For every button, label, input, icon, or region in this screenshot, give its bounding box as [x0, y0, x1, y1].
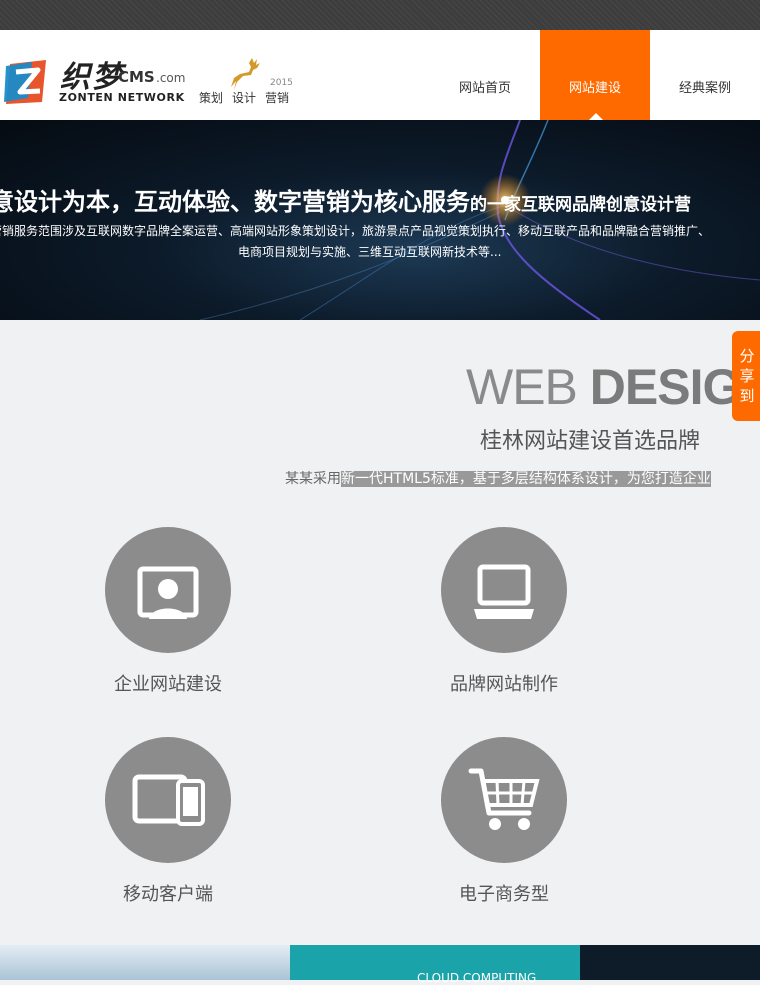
service-label: 移动客户端	[123, 884, 213, 905]
main-nav: 网站首页 网站建设 经典案例	[430, 30, 760, 120]
hero-banner: 意设计为本，互动体验、数字营销为核心服务的一家互联网品牌创意设计营 营销服务范围…	[0, 120, 760, 320]
description-highlight: 新一代HTML5标准，基于多层结构体系设计，为您打造企业	[341, 471, 711, 487]
top-bar	[0, 0, 760, 30]
bottom-tile-cloud: CLOUD COMPUTING	[290, 945, 580, 985]
logo-com-text: .com	[156, 71, 186, 85]
nav-item-web-building[interactable]: 网站建设	[540, 30, 650, 120]
service-brand-site[interactable]: 品牌网站制作	[404, 527, 604, 696]
service-label: 电子商务型	[459, 884, 549, 905]
banner-headline-tail: 的一家互联网品牌创意设计营	[470, 195, 691, 215]
nav-item-home[interactable]: 网站首页	[430, 30, 540, 120]
logo-z-icon	[4, 60, 46, 104]
description-plain: 某某采用	[285, 471, 341, 487]
header: 织梦 CMS .com ZONTEN NETWORK 2015 策划 设计 营销 网…	[0, 30, 760, 120]
service-icon-circle	[105, 527, 231, 653]
share-char: 分	[739, 347, 755, 365]
user-monitor-icon	[137, 566, 199, 619]
banner-text-line2: 电商项目规划与实施、三维互动互联网新技术等...	[238, 245, 502, 259]
logo-chinese-text: 织梦	[60, 60, 124, 95]
slogan-item: 策划	[199, 91, 224, 105]
service-mobile-client[interactable]: 移动客户端	[68, 737, 268, 906]
cloud-computing-label: CLOUD COMPUTING	[417, 971, 537, 985]
banner-headline: 意设计为本，互动体验、数字营销为核心服务的一家互联网品牌创意设计营	[0, 182, 691, 217]
service-icon-circle	[105, 737, 231, 863]
share-button[interactable]: 分 享 到	[732, 331, 760, 421]
light-streaks-graphic	[199, 120, 760, 320]
deer-icon	[231, 58, 260, 90]
service-icon-circle	[441, 737, 567, 863]
banner-headline-main: 意设计为本，互动体验、数字营销为核心服务	[0, 188, 470, 216]
share-char: 到	[739, 387, 755, 405]
laptop-icon	[474, 564, 534, 619]
slogan-item: 营销	[265, 91, 290, 105]
bottom-tile-dark	[580, 945, 760, 980]
share-char: 享	[739, 367, 755, 385]
service-ecommerce[interactable]: 电子商务型	[404, 737, 604, 906]
service-icon-circle	[441, 527, 567, 653]
year-label: 2015	[270, 78, 293, 88]
service-enterprise-site[interactable]: 企业网站建设	[68, 527, 268, 696]
section-description: 某某采用新一代HTML5标准，基于多层结构体系设计，为您打造企业	[285, 468, 711, 488]
service-label: 企业网站建设	[114, 674, 222, 695]
banner-text-line1: 营销服务范围涉及互联网数字品牌全案运营、高端网站形象策划设计，旅游景点产品视觉策…	[0, 224, 711, 238]
bottom-tile-sky	[0, 945, 290, 980]
section-subtitle: 桂林网站建设首选品牌	[480, 429, 701, 454]
logo[interactable]: 织梦 CMS .com ZONTEN NETWORK 2015 策划 设计 营销	[0, 50, 300, 120]
section-title: WEB DESIGN	[466, 358, 760, 416]
service-label: 品牌网站制作	[450, 674, 558, 695]
tablet-phone-icon	[132, 774, 205, 826]
nav-item-cases[interactable]: 经典案例	[650, 30, 760, 120]
section-title-light: WEB	[466, 359, 590, 415]
logo-cms-text: CMS	[118, 68, 155, 86]
slogan: 策划 设计 营销	[199, 89, 298, 106]
shopping-cart-icon	[468, 768, 540, 830]
slogan-item: 设计	[232, 91, 257, 105]
bottom-strip: CLOUD COMPUTING	[0, 945, 760, 985]
logo-english-text: ZONTEN NETWORK	[59, 91, 185, 104]
